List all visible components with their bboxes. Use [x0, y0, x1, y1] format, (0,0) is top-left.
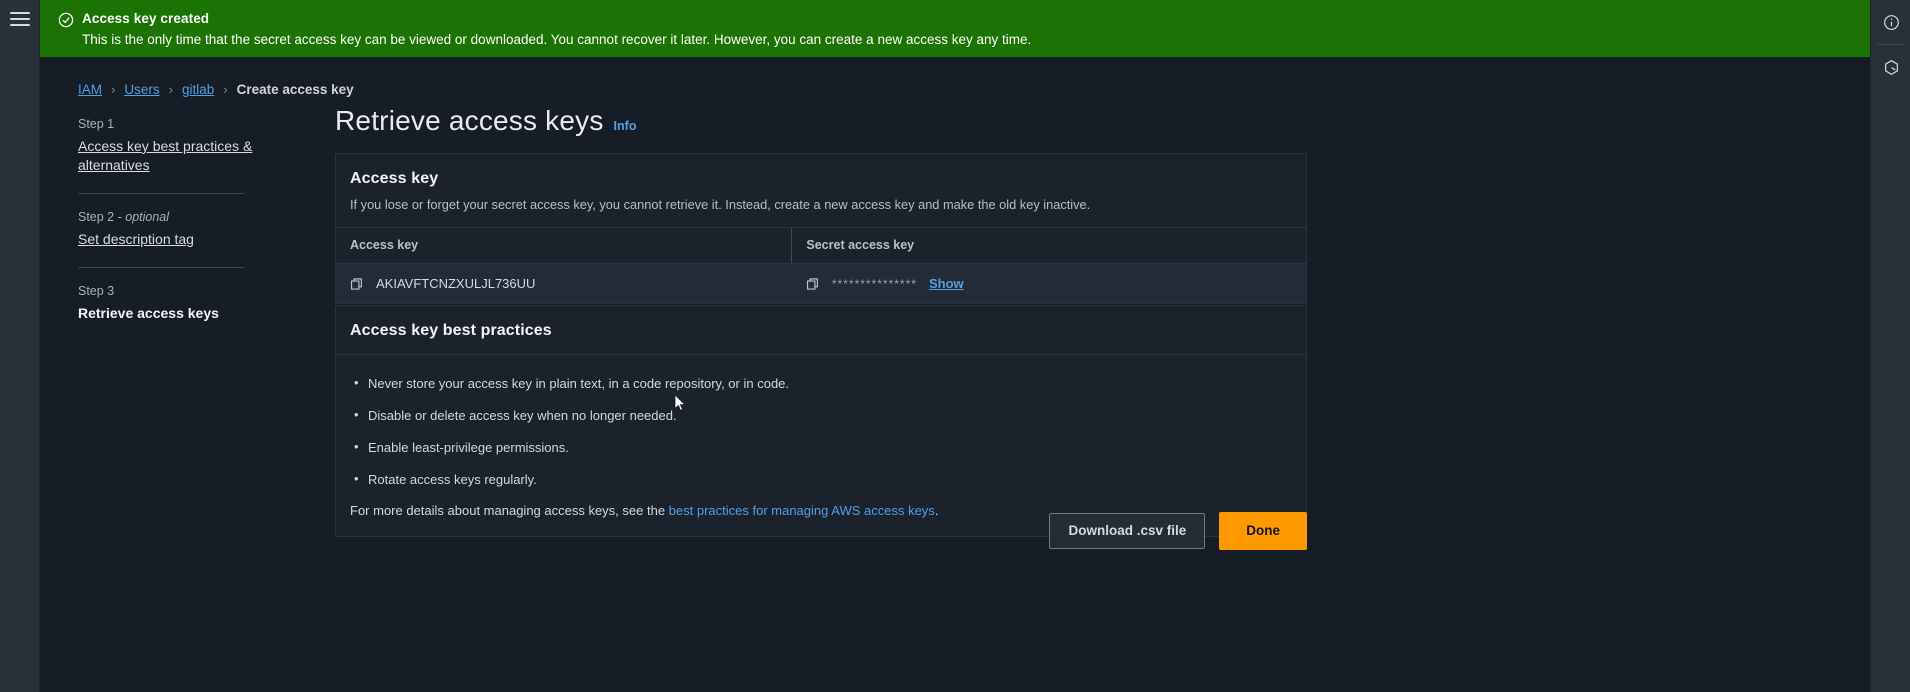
breadcrumb-item-gitlab[interactable]: gitlab	[182, 82, 214, 97]
access-key-card: Access key If you lose or forget your se…	[335, 153, 1307, 304]
list-item: Enable least-privilege permissions.	[350, 438, 1292, 457]
footer-actions: Download .csv file Done	[335, 512, 1307, 550]
breadcrumb-separator: ›	[223, 82, 228, 97]
step-1: Step 1 Access key best practices & alter…	[78, 117, 278, 175]
info-link[interactable]: Info	[614, 119, 637, 133]
show-secret-link[interactable]: Show	[929, 276, 964, 291]
step-divider	[78, 193, 244, 194]
access-key-table: Access key Secret access key AKIAVFTCNZX…	[336, 227, 1306, 303]
best-practices-card-title: Access key best practices	[350, 322, 552, 339]
list-item: Rotate access keys regularly.	[350, 470, 1292, 489]
done-button[interactable]: Done	[1219, 512, 1307, 550]
best-practices-card: Access key best practices Never store yo…	[335, 305, 1307, 537]
step-2-link[interactable]: Set description tag	[78, 231, 194, 247]
flash-title: Access key created	[82, 11, 210, 26]
column-header-access-key: Access key	[336, 227, 792, 264]
left-rail	[0, 0, 40, 692]
download-csv-button[interactable]: Download .csv file	[1049, 513, 1206, 549]
page-title: Retrieve access keys	[335, 105, 604, 136]
column-header-secret-access-key: Secret access key	[791, 227, 1306, 264]
breadcrumb-item-iam[interactable]: IAM	[78, 82, 102, 97]
step-1-number: Step 1	[78, 117, 115, 131]
step-1-link[interactable]: Access key best practices & alternatives	[78, 138, 252, 173]
access-key-card-header: Access key If you lose or forget your se…	[336, 154, 1306, 227]
step-3: Step 3 Retrieve access keys	[78, 284, 278, 322]
table-header-row: Access key Secret access key	[336, 227, 1306, 264]
success-flash-banner: Access key created This is the only time…	[40, 0, 1870, 57]
right-rail	[1870, 0, 1910, 692]
main-canvas: IAM › Users › gitlab › Create access key…	[40, 57, 1870, 692]
list-item: Never store your access key in plain tex…	[350, 374, 1292, 393]
step-divider	[78, 267, 244, 268]
access-key-cell: AKIAVFTCNZXULJL736UU	[336, 263, 792, 303]
breadcrumb: IAM › Users › gitlab › Create access key	[78, 82, 354, 97]
hamburger-menu-icon[interactable]	[10, 12, 30, 28]
best-practices-list: Never store your access key in plain tex…	[350, 374, 1292, 489]
secret-access-key-masked: ***************	[831, 276, 917, 291]
step-3-number: Step 3	[78, 284, 115, 298]
step-2-number: Step 2 - optional	[78, 210, 170, 224]
access-key-value: AKIAVFTCNZXULJL736UU	[376, 276, 536, 291]
list-item: Disable or delete access key when no lon…	[350, 406, 1292, 425]
best-practices-card-header: Access key best practices	[336, 306, 1306, 354]
breadcrumb-separator: ›	[168, 82, 173, 97]
step-2: Step 2 - optional Set description tag	[78, 210, 278, 249]
copy-icon[interactable]	[350, 277, 364, 291]
access-key-card-description: If you lose or forget your secret access…	[350, 197, 1091, 212]
info-circle-icon[interactable]	[1871, 0, 1910, 44]
breadcrumb-separator: ›	[111, 82, 116, 97]
access-key-card-title: Access key	[350, 170, 439, 187]
settings-gear-icon[interactable]	[1871, 45, 1910, 89]
table-row: AKIAVFTCNZXULJL736UU *************** Sho…	[336, 263, 1306, 303]
secret-access-key-cell: *************** Show	[791, 263, 1306, 303]
flash-message: This is the only time that the secret ac…	[82, 32, 1032, 47]
breadcrumb-item-users[interactable]: Users	[124, 82, 159, 97]
breadcrumb-item-current: Create access key	[236, 82, 354, 97]
step-3-label: Retrieve access keys	[78, 305, 219, 321]
steps-sidebar: Step 1 Access key best practices & alter…	[78, 117, 278, 322]
copy-icon[interactable]	[806, 277, 820, 291]
page-header: Retrieve access keys Info	[335, 105, 636, 137]
best-practices-body: Never store your access key in plain tex…	[336, 355, 1306, 536]
check-circle-icon	[58, 12, 74, 28]
